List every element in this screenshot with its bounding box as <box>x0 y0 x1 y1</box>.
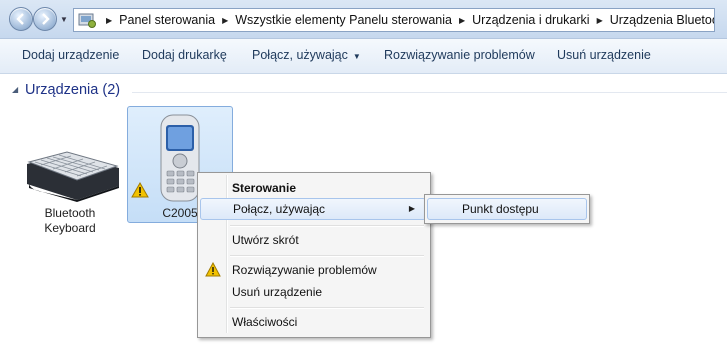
menu-item-create-shortcut[interactable]: Utwórz skrót <box>200 229 426 251</box>
menu-item-label: Właściwości <box>232 315 298 329</box>
arrow-left-icon <box>16 13 24 25</box>
group-title[interactable]: Urządzenia (2) <box>25 82 120 98</box>
connect-using-label: Połącz, używając <box>252 48 348 62</box>
connect-using-button[interactable]: Połącz, używając ▼ <box>252 48 361 62</box>
control-panel-icon <box>77 11 97 29</box>
device-label-line1: Bluetooth <box>44 206 96 220</box>
group-divider <box>132 92 727 93</box>
warning-icon <box>131 182 149 198</box>
menu-separator <box>230 225 424 227</box>
address-bar-area: ▼ ▶ Panel sterowania ▶ Wszystkie element… <box>0 0 727 39</box>
menu-item-label: Sterowanie <box>232 181 297 195</box>
troubleshoot-button[interactable]: Rozwiązywanie problemów <box>384 48 535 62</box>
menu-separator <box>230 255 424 257</box>
breadcrumb-separator[interactable]: ▶ <box>597 16 603 25</box>
breadcrumb-item-bluetooth-devices[interactable]: Urządzenia Bluetooth <box>610 13 714 27</box>
back-button[interactable] <box>9 7 33 31</box>
submenu-connect-using: Punkt dostępu <box>424 194 590 224</box>
chevron-down-icon: ▼ <box>352 52 361 61</box>
arrow-right-icon <box>42 13 50 25</box>
mobile-phone-icon <box>160 114 200 202</box>
device-label-line2: Keyboard <box>44 221 96 235</box>
menu-item-label: Usuń urządzenie <box>232 285 323 299</box>
device-label: Bluetooth Keyboard <box>18 206 122 236</box>
menu-separator <box>230 307 424 309</box>
breadcrumb-item-all-items[interactable]: Wszystkie elementy Panelu sterowania <box>235 13 452 27</box>
collapse-group-icon[interactable]: ◢ <box>12 85 18 94</box>
breadcrumb-separator[interactable]: ▶ <box>459 16 465 25</box>
submenu-arrow-icon: ▶ <box>408 204 415 213</box>
menu-item-label: Utwórz skrót <box>232 233 299 247</box>
breadcrumb-separator: ▶ <box>106 15 113 25</box>
add-device-button[interactable]: Dodaj urządzenie <box>22 48 119 62</box>
keyboard-icon <box>27 151 119 202</box>
menu-item-control[interactable]: Sterowanie <box>200 177 426 199</box>
breadcrumb-item-devices-printers[interactable]: Urządzenia i drukarki <box>472 13 589 27</box>
recent-pages-dropdown[interactable]: ▼ <box>60 15 68 24</box>
device-bluetooth-keyboard[interactable]: Bluetooth Keyboard <box>18 140 128 235</box>
warning-icon <box>205 262 221 277</box>
context-menu: Sterowanie Połącz, używając ▶ Utwórz skr… <box>197 172 431 338</box>
forward-button[interactable] <box>33 7 57 31</box>
breadcrumb[interactable]: ▶ Panel sterowania ▶ Wszystkie elementy … <box>73 8 715 32</box>
menu-item-properties[interactable]: Właściwości <box>200 311 426 333</box>
add-printer-button[interactable]: Dodaj drukarkę <box>142 48 227 62</box>
breadcrumb-separator[interactable]: ▶ <box>222 16 228 25</box>
menu-item-troubleshoot[interactable]: Rozwiązywanie problemów <box>200 259 426 281</box>
breadcrumb-item-control-panel[interactable]: Panel sterowania <box>119 13 215 27</box>
remove-device-button[interactable]: Usuń urządzenie <box>557 48 651 62</box>
command-bar: Dodaj urządzenie Dodaj drukarkę Połącz, … <box>0 39 727 74</box>
menu-item-remove-device[interactable]: Usuń urządzenie <box>200 281 426 303</box>
menu-item-label: Punkt dostępu <box>462 202 539 216</box>
menu-item-access-point[interactable]: Punkt dostępu <box>427 198 587 220</box>
menu-item-label: Rozwiązywanie problemów <box>232 263 377 277</box>
menu-item-connect-using[interactable]: Połącz, używając ▶ <box>200 198 426 220</box>
menu-item-label: Połącz, używając <box>233 202 326 216</box>
